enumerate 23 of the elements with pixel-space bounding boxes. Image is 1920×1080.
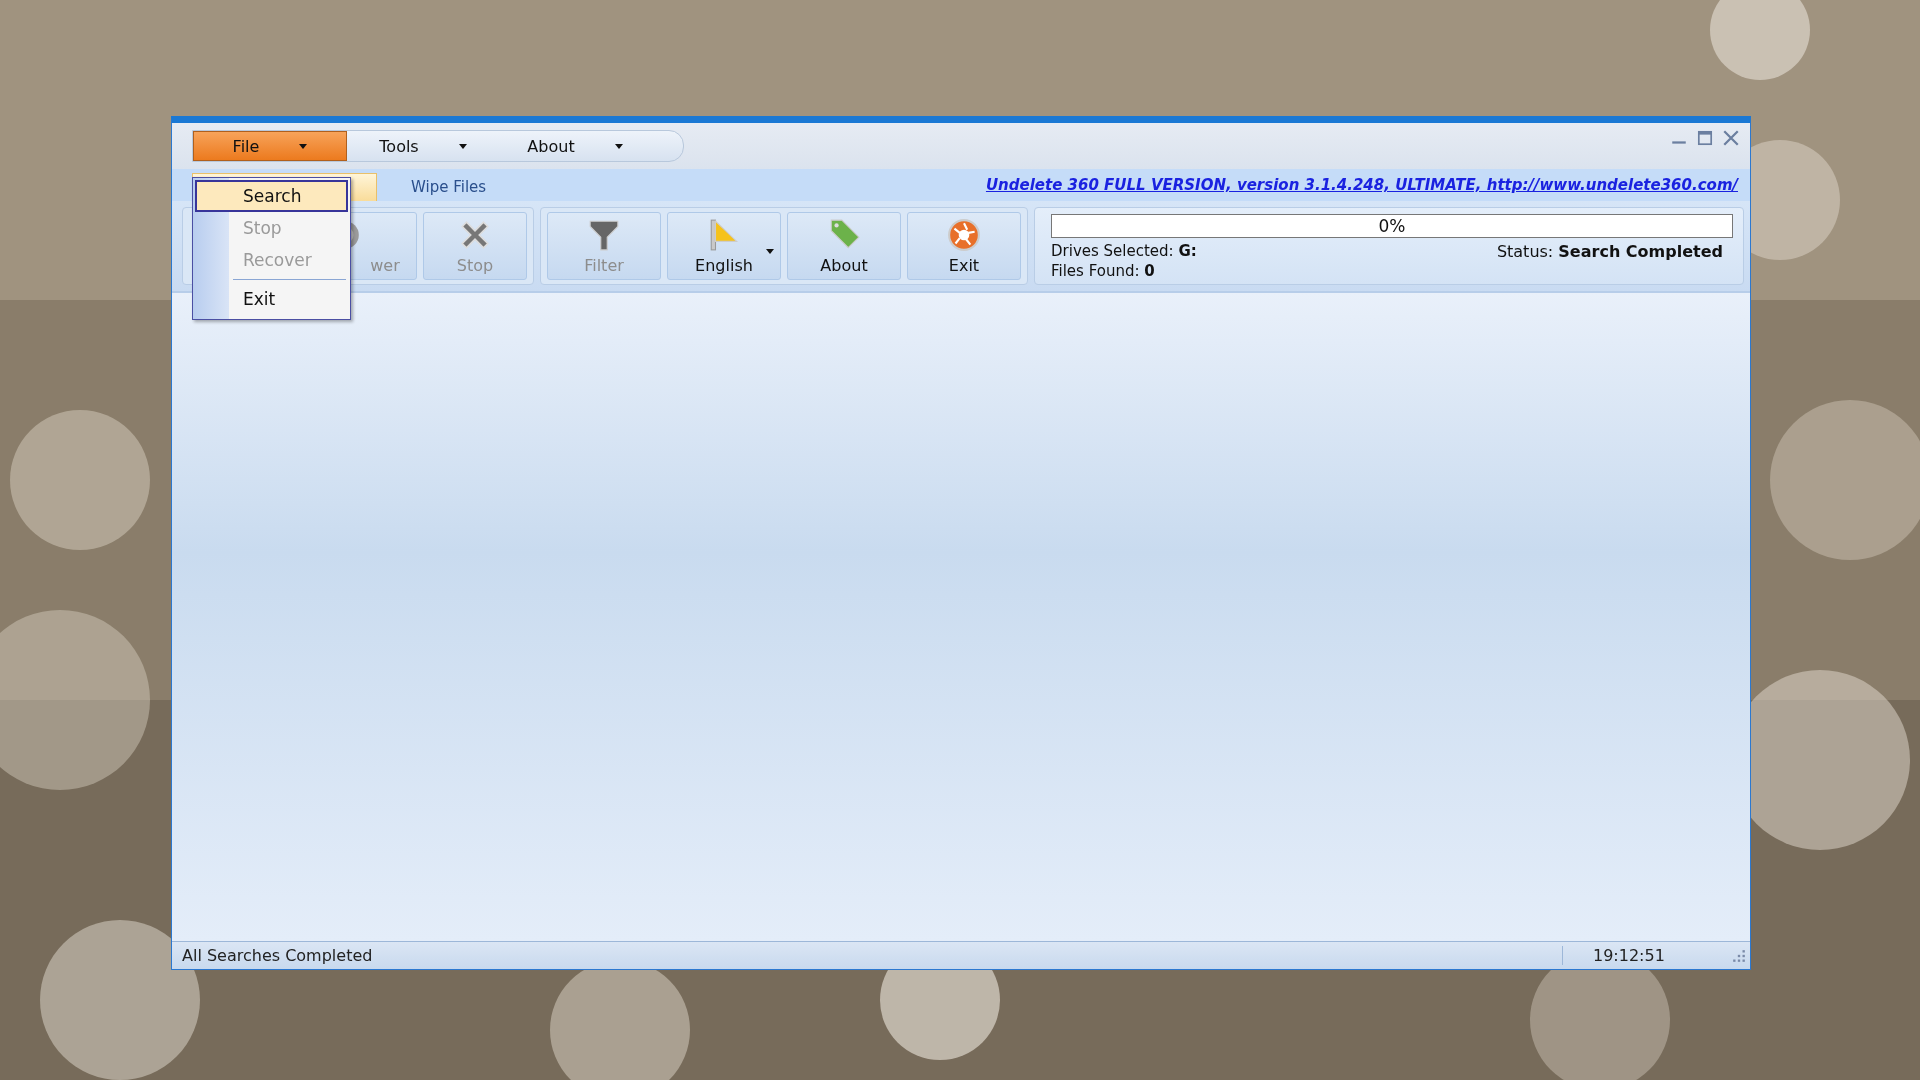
- caret-icon: [614, 143, 623, 149]
- menu-entry[interactable]: Exit: [195, 283, 348, 315]
- toolbar-button[interactable]: Exit: [907, 212, 1021, 280]
- tab[interactable]: Wipe Files: [381, 173, 517, 201]
- caret-icon: [458, 143, 467, 149]
- drives-selected: Drives Selected: G:: [1051, 242, 1197, 260]
- menu-item[interactable]: Tools: [347, 131, 499, 161]
- website-link[interactable]: Undelete 360 FULL VERSION, version 3.1.4.248, ULTIMATE, http://www.undelete360.com/: [985, 176, 1738, 194]
- toolbar-button[interactable]: About: [787, 212, 901, 280]
- menu-item[interactable]: About: [499, 131, 651, 161]
- aperture-icon: [947, 217, 981, 252]
- files-found: Files Found: 0: [1051, 262, 1156, 280]
- maximize-icon[interactable]: [1696, 129, 1714, 147]
- caret-icon: [299, 143, 308, 149]
- status-time: 19:12:51: [1562, 946, 1702, 965]
- close-icon[interactable]: [1722, 129, 1740, 147]
- resize-grip-icon[interactable]: [1732, 948, 1746, 963]
- progress-reading: 0%: [1378, 216, 1406, 236]
- status-message: All Searches Completed: [182, 946, 374, 965]
- menu-item[interactable]: File: [193, 131, 347, 161]
- search-status: Status: Search Completed: [1496, 242, 1724, 261]
- menu-entry[interactable]: Search: [195, 180, 348, 212]
- toolbar-button[interactable]: English: [667, 212, 781, 280]
